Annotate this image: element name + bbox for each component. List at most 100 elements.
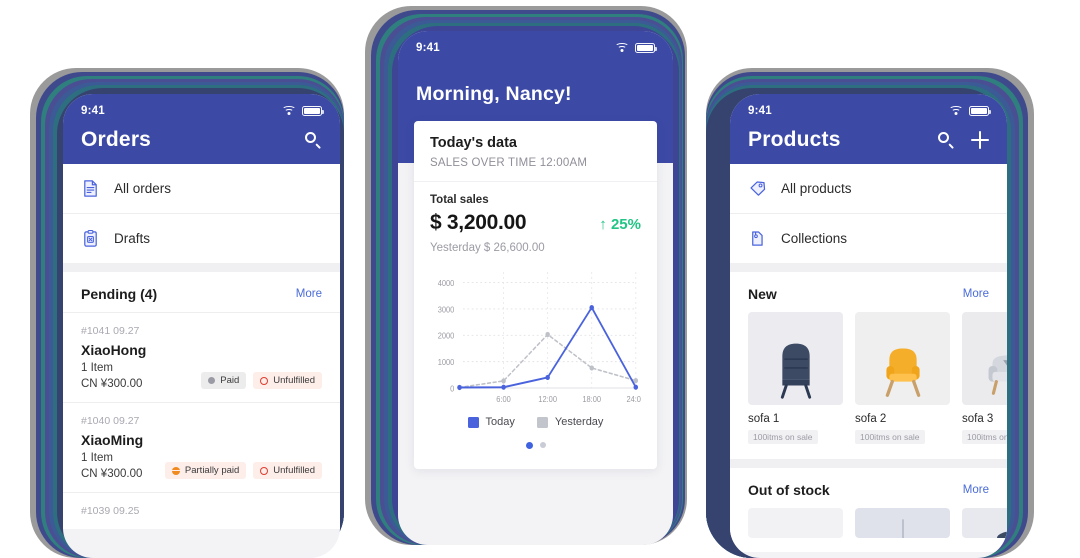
status-icons <box>615 42 657 54</box>
header-orders: 9:41 Orders <box>63 94 340 164</box>
svg-text:6:00: 6:00 <box>496 395 511 405</box>
product-name: sofa 3 <box>962 413 994 425</box>
product-grid <box>730 508 1007 552</box>
phone-left: 9:41 Orders All orders Drafts Pending (4… <box>14 58 344 558</box>
section-divider <box>63 263 340 272</box>
section-title: New <box>748 286 777 302</box>
product-tag: 100itms on sale <box>748 430 818 444</box>
dashboard-subtitle: SALES OVER TIME 12:00AM <box>430 157 588 169</box>
legend-swatch <box>467 416 479 428</box>
svg-text:12:00: 12:00 <box>538 395 557 405</box>
total-sales-amount: $ 3,200.00 <box>430 211 527 234</box>
pending-orders-section: Pending (4) More #1041 09.27 XiaoHong 1 … <box>63 272 340 529</box>
product-tag: 100itms on sale <box>962 430 1007 444</box>
sales-line-chart: 0 1000 2000 3000 4000 6:00 12:00 18:00 24:00 <box>430 264 641 414</box>
product-thumbnail <box>748 312 843 405</box>
phone-center: 9:41 Morning, Nancy! Today's data SALES … <box>355 0 695 545</box>
order-badges: Partially paid Unfulfilled <box>164 462 322 479</box>
more-link[interactable]: More <box>963 288 989 300</box>
sofa-icon <box>780 343 811 399</box>
plus-icon[interactable] <box>971 131 989 149</box>
status-badge: Partially paid <box>164 462 247 479</box>
order-row[interactable]: #1039 09.25 <box>63 492 340 529</box>
section-title: Out of stock <box>748 482 830 498</box>
sofa-icon <box>885 348 920 397</box>
status-badge: Unfulfilled <box>253 462 322 479</box>
greeting-text: Morning, Nancy! <box>416 83 572 105</box>
wifi-icon <box>282 105 296 117</box>
product-card[interactable]: sofa 3 100itms on sale <box>962 312 1007 445</box>
more-link[interactable]: More <box>963 484 989 496</box>
menu-item-collections[interactable]: Collections <box>730 213 1007 263</box>
product-card[interactable]: sofa 2 100itms on sale <box>855 312 950 445</box>
nav-bar-products: Products <box>730 128 1007 164</box>
menu-item-label: Collections <box>781 231 848 246</box>
legend-label: Today <box>485 416 515 428</box>
greeting-wrap: Morning, Nancy! <box>398 65 673 106</box>
battery-icon <box>635 43 657 53</box>
pagination-dot-active[interactable] <box>525 442 533 449</box>
product-card[interactable] <box>748 508 843 538</box>
product-thumbnail <box>748 508 843 538</box>
search-icon[interactable] <box>938 131 955 149</box>
tag-icon <box>748 179 767 198</box>
status-time: 9:41 <box>748 105 772 117</box>
orders-menu: All orders Drafts <box>63 164 340 263</box>
carousel-pagination <box>430 432 641 463</box>
order-customer: XiaoMing <box>81 432 144 448</box>
search-icon[interactable] <box>305 131 322 149</box>
svg-text:24:00: 24:00 <box>626 395 641 405</box>
dashboard-card-body: Total sales $ 3,200.00 ↑ 25% Yesterday $… <box>414 182 657 469</box>
section-header-out-of-stock: Out of stock More <box>730 468 1007 508</box>
paid-dot-icon <box>208 377 216 384</box>
status-badge-label: Paid <box>220 375 240 386</box>
header-products: 9:41 Products <box>730 94 1007 164</box>
product-tag: 100itms on sale <box>855 430 925 444</box>
menu-item-label: All products <box>781 181 852 196</box>
collection-tag-icon <box>748 229 767 248</box>
svg-text:3000: 3000 <box>438 305 455 315</box>
order-row[interactable]: #1040 09.27 XiaoMing 1 Item CN ¥300.00 P… <box>63 402 340 492</box>
product-card[interactable] <box>855 508 950 538</box>
product-thumbnail <box>855 508 950 538</box>
pagination-dot[interactable] <box>539 442 546 448</box>
product-card[interactable]: sofa 1 100itms on sale <box>748 312 843 445</box>
legend-item-today: Today <box>467 416 515 428</box>
battery-icon <box>302 106 324 116</box>
svg-text:1000: 1000 <box>438 358 455 368</box>
page-title: Products <box>748 128 841 151</box>
menu-item-all-products[interactable]: All products <box>730 164 1007 213</box>
menu-item-drafts[interactable]: Drafts <box>63 213 340 263</box>
status-bar: 9:41 <box>63 94 340 128</box>
total-sales-label: Total sales <box>430 194 489 206</box>
dashboard-card-header: Today's data SALES OVER TIME 12:00AM <box>414 121 657 182</box>
document-lines-icon <box>81 179 100 198</box>
phone-screen-products: 9:41 Products All products Collections N… <box>730 94 1007 558</box>
status-bar: 9:41 <box>398 31 673 65</box>
order-id: #1039 09.25 <box>81 505 140 517</box>
product-thumbnail <box>962 508 1007 538</box>
unfulfilled-ring-icon <box>260 466 269 475</box>
products-menu: All products Collections <box>730 164 1007 263</box>
sofa-icon <box>988 355 1007 395</box>
status-badge-label: Unfulfilled <box>273 375 315 386</box>
more-link[interactable]: More <box>296 288 322 300</box>
legend-item-yesterday: Yesterday <box>536 416 603 428</box>
section-header-new: New More <box>730 272 1007 312</box>
menu-item-all-orders[interactable]: All orders <box>63 164 340 213</box>
product-grid: sofa 1 100itms on sale sofa 2 100itms on… <box>730 312 1007 459</box>
order-id: #1040 09.27 <box>81 415 140 427</box>
legend-swatch <box>536 416 548 428</box>
dashboard-title: Today's data <box>430 135 517 151</box>
order-item-count: 1 Item <box>81 362 113 374</box>
product-thumbnail <box>855 312 950 405</box>
product-card[interactable] <box>962 508 1007 538</box>
phone-screen-dashboard: 9:41 Morning, Nancy! Today's data SALES … <box>398 31 673 545</box>
status-icons <box>282 105 324 117</box>
unfulfilled-ring-icon <box>260 376 269 385</box>
order-body: 1 Item CN ¥300.00 Partially paid Unfulfi… <box>81 452 322 480</box>
wifi-icon <box>615 42 629 54</box>
phone-screen-orders: 9:41 Orders All orders Drafts Pending (4… <box>63 94 340 558</box>
svg-text:0: 0 <box>450 384 455 394</box>
order-row[interactable]: #1041 09.27 XiaoHong 1 Item CN ¥300.00 P… <box>63 312 340 402</box>
